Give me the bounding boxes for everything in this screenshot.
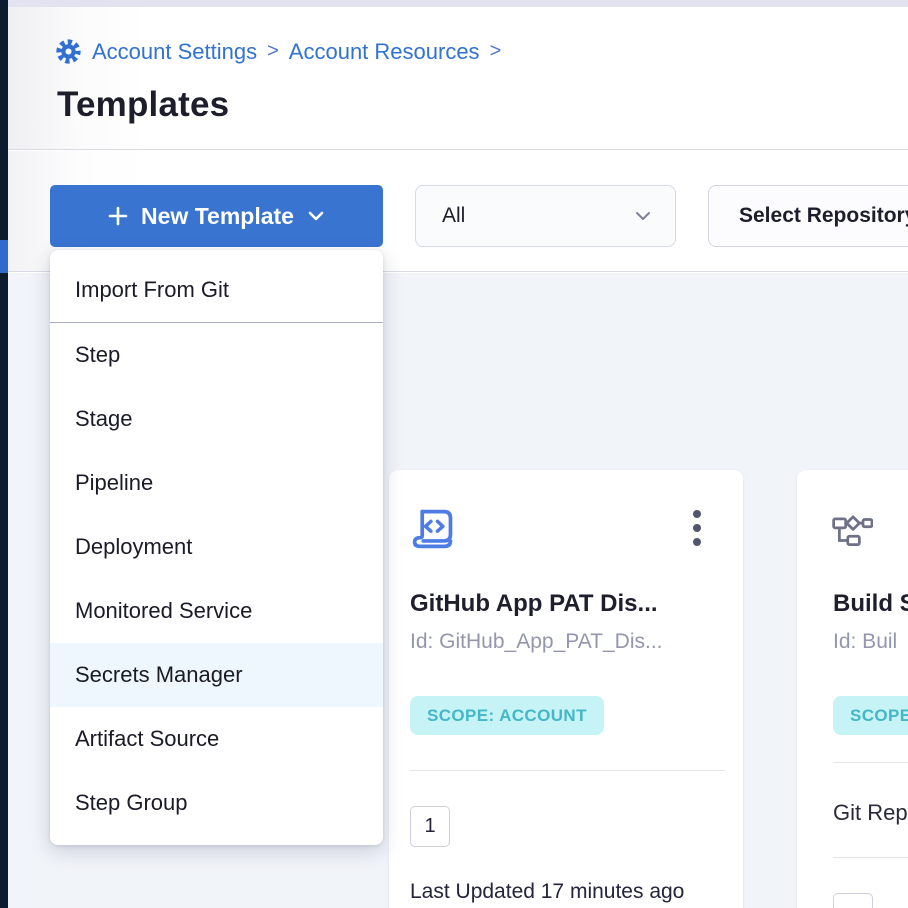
- card-divider: [833, 857, 908, 858]
- menu-item-pipeline[interactable]: Pipeline: [50, 451, 383, 515]
- card-menu-kebab-icon[interactable]: [689, 506, 705, 550]
- plus-icon: [107, 205, 129, 227]
- menu-item-step[interactable]: Step: [50, 323, 383, 387]
- breadcrumb-account-settings[interactable]: Account Settings: [92, 39, 257, 65]
- top-accent-strip: [0, 0, 908, 7]
- repository-filter-label: Select Repository: [739, 204, 908, 228]
- menu-item-monitored-service[interactable]: Monitored Service: [50, 579, 383, 643]
- breadcrumb-account-resources[interactable]: Account Resources: [289, 39, 480, 65]
- version-chip[interactable]: [833, 893, 873, 908]
- template-id: Id: Buil: [833, 630, 897, 654]
- menu-item-deployment[interactable]: Deployment: [50, 515, 383, 579]
- template-card-github-app-pat[interactable]: GitHub App PAT Dis... Id: GitHub_App_PAT…: [389, 470, 743, 908]
- new-template-label: New Template: [141, 203, 294, 230]
- breadcrumb-separator: >: [490, 40, 502, 63]
- menu-item-import-from-git[interactable]: Import From Git: [50, 258, 383, 322]
- chevron-down-icon: [633, 206, 653, 226]
- template-title[interactable]: Build S: [833, 590, 908, 618]
- repository-filter[interactable]: Select Repository: [708, 185, 908, 247]
- scope-badge: SCOPE: ACCOUNT: [410, 696, 604, 735]
- page-header: Account Settings > Account Resources > T…: [8, 7, 908, 150]
- page-title: Templates: [57, 85, 229, 125]
- card-divider: [410, 770, 725, 771]
- pipeline-flowchart-icon: [831, 512, 873, 555]
- template-type-filter[interactable]: All: [415, 185, 676, 247]
- card-divider: [833, 762, 908, 763]
- code-scroll-icon: [408, 504, 456, 559]
- template-title[interactable]: GitHub App PAT Dis...: [410, 590, 658, 618]
- template-card-build-stage[interactable]: Build S Id: Buil SCOPE: ACCOUNT Git Repo: [797, 470, 908, 908]
- menu-item-stage[interactable]: Stage: [50, 387, 383, 451]
- template-id: Id: GitHub_App_PAT_Dis...: [410, 630, 663, 654]
- version-chip[interactable]: 1: [410, 806, 450, 847]
- breadcrumb-separator: >: [267, 40, 279, 63]
- menu-item-step-group[interactable]: Step Group: [50, 771, 383, 835]
- new-template-button[interactable]: New Template: [50, 185, 383, 247]
- chevron-down-icon: [306, 206, 326, 226]
- template-type-filter-value: All: [442, 204, 465, 228]
- breadcrumb: Account Settings > Account Resources >: [55, 38, 501, 65]
- settings-gear-icon: [55, 38, 82, 65]
- nav-rail-active-indicator: [0, 240, 8, 273]
- menu-item-artifact-source[interactable]: Artifact Source: [50, 707, 383, 771]
- menu-item-secrets-manager[interactable]: Secrets Manager: [50, 643, 383, 707]
- left-nav-rail[interactable]: [0, 0, 8, 908]
- new-template-dropdown: Import From Git Step Stage Pipeline Depl…: [50, 250, 383, 845]
- store-type-text: Git Repo: [833, 800, 908, 826]
- scope-badge: SCOPE: ACCOUNT: [833, 696, 908, 735]
- last-updated-text: Last Updated 17 minutes ago: [410, 880, 684, 904]
